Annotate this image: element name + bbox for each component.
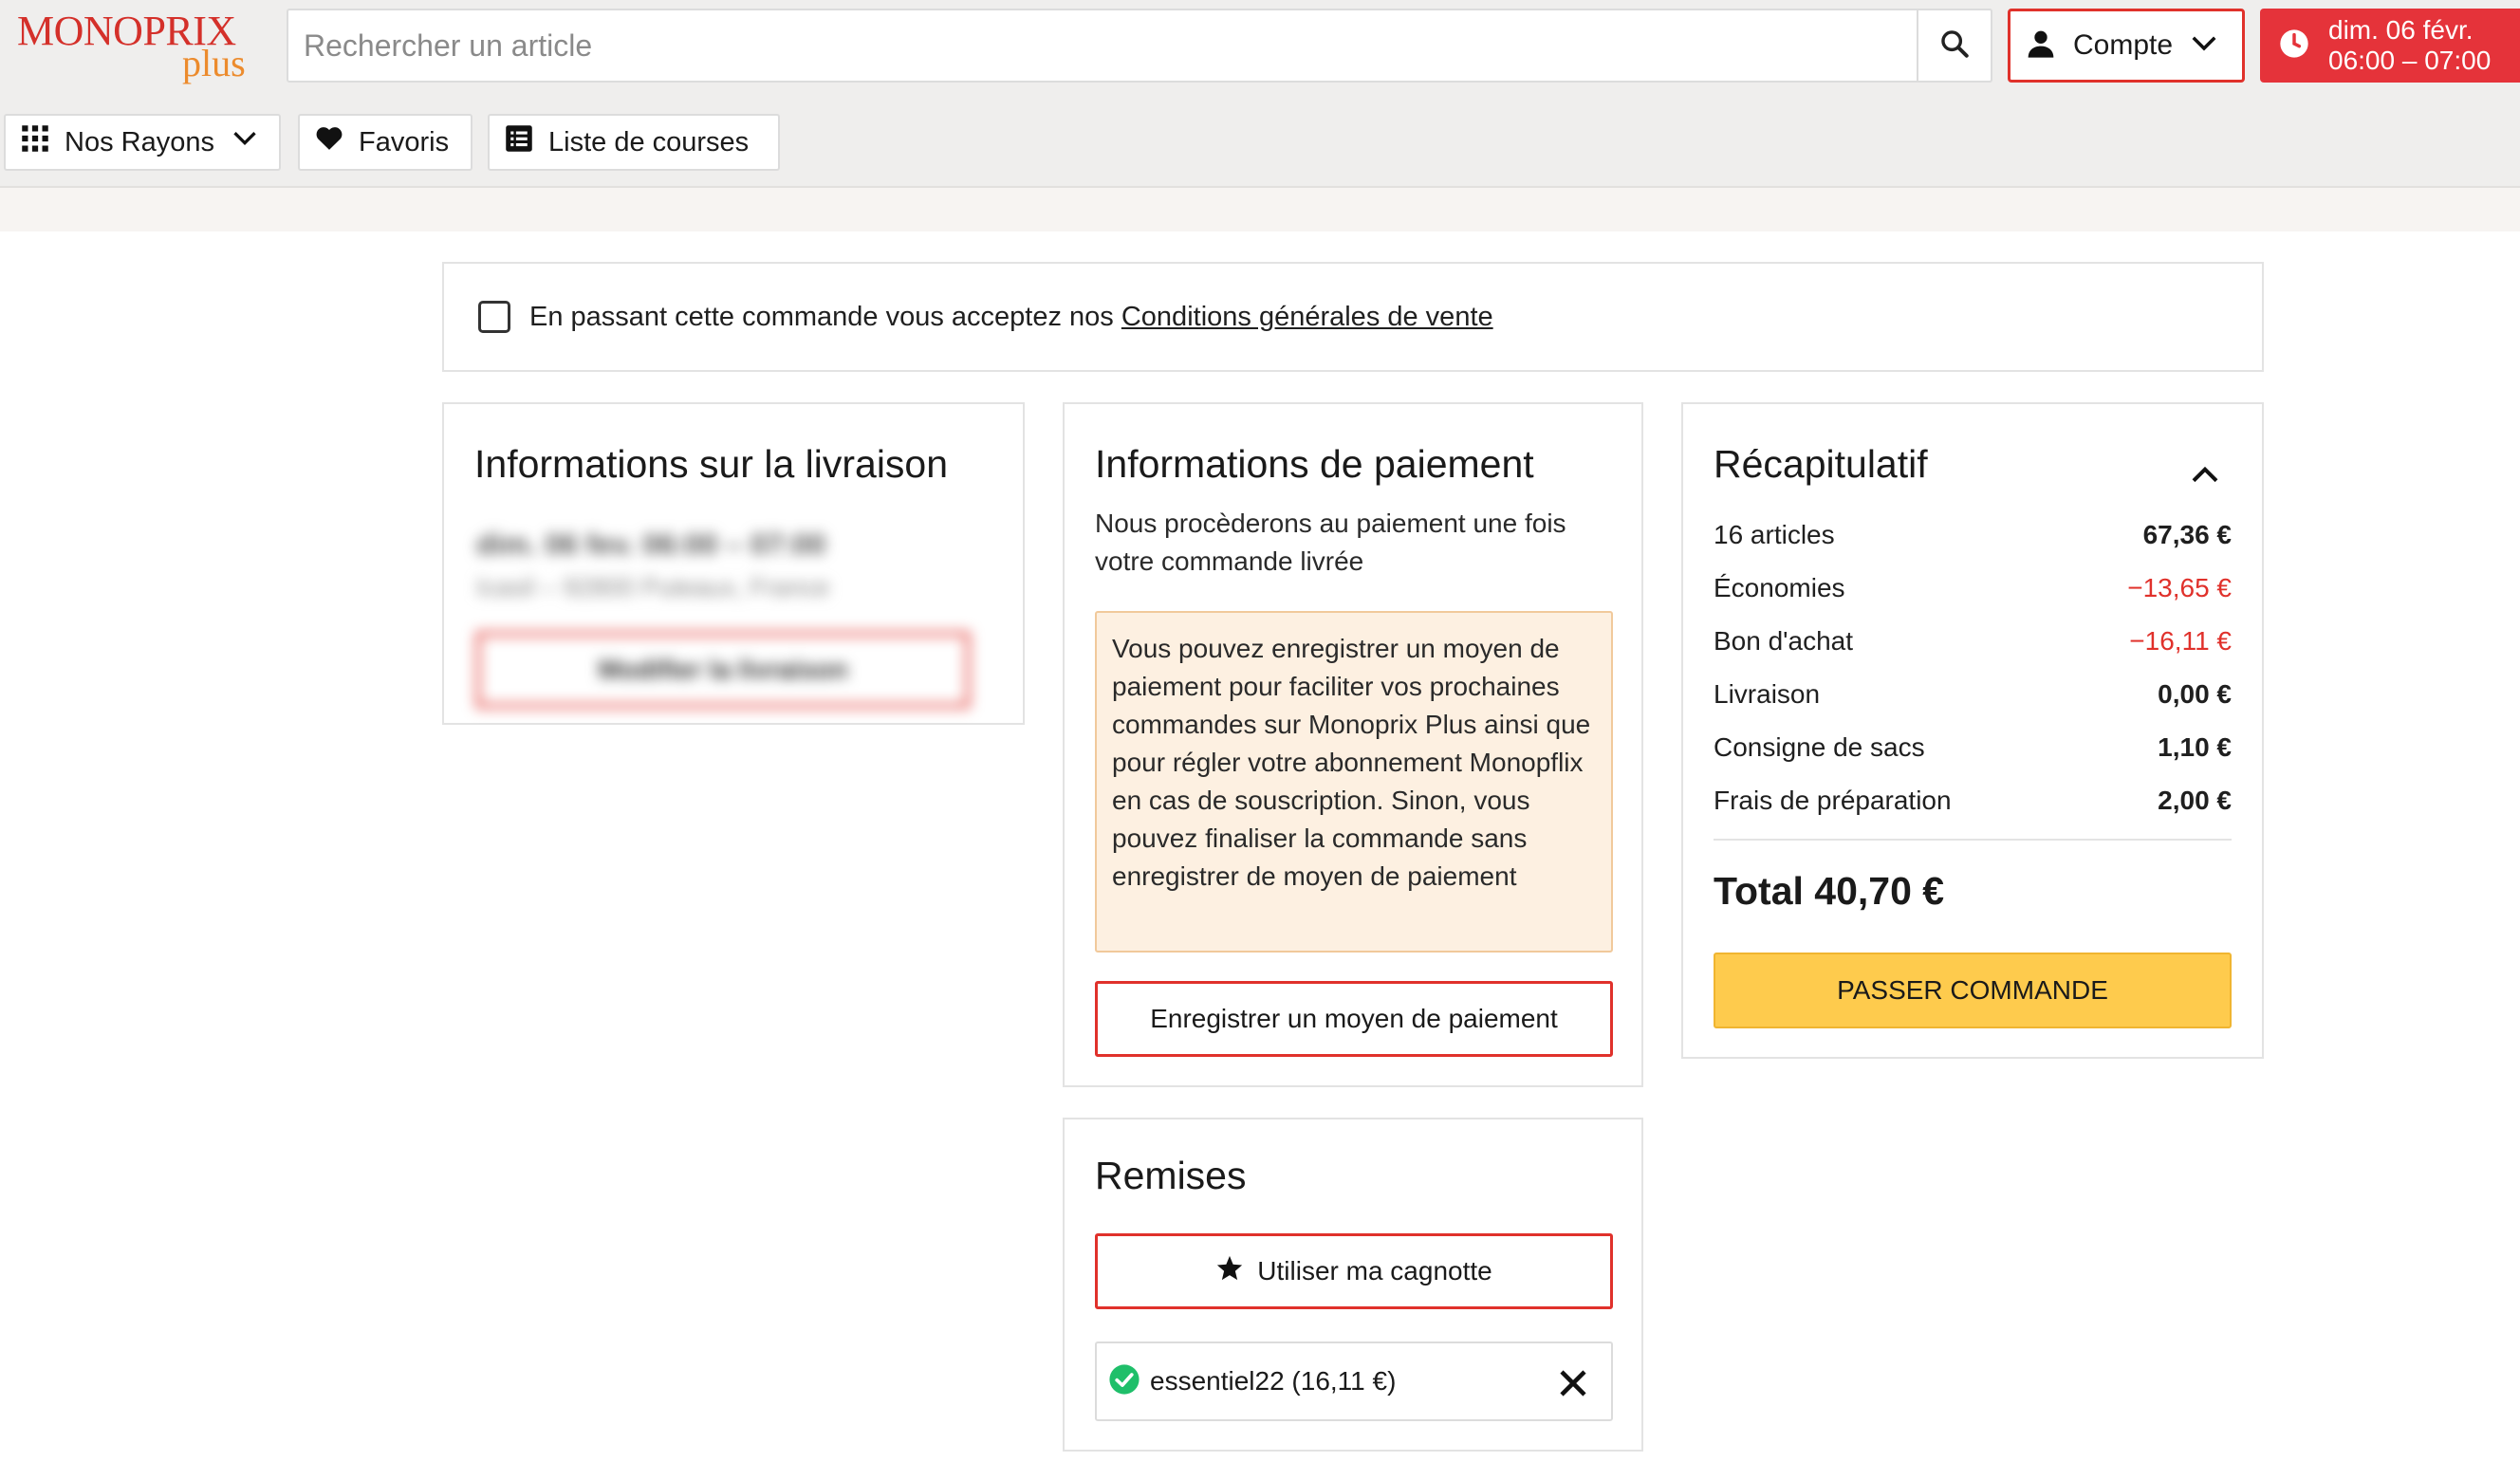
- cgv-link[interactable]: Conditions générales de vente: [1121, 302, 1493, 332]
- payment-info-card: Informations de paiement Nous procèderon…: [1063, 402, 1643, 1087]
- summary-row-economies: Économies −13,65 €: [1714, 562, 2232, 615]
- summary-row-consigne: Consigne de sacs 1,10 €: [1714, 721, 2232, 774]
- delivery-info-card: Informations sur la livraison dim. 06 fe…: [442, 402, 1025, 725]
- slot-time: 06:00 – 07:00: [2328, 46, 2492, 75]
- summary-value: −16,11 €: [2129, 626, 2232, 656]
- cgv-checkbox[interactable]: [478, 301, 510, 333]
- chevron-up-icon: [2192, 466, 2218, 483]
- chevron-down-icon: [232, 125, 258, 159]
- modify-delivery-button[interactable]: Modifier la livraison: [476, 632, 970, 708]
- delivery-info-title: Informations sur la livraison: [474, 442, 949, 486]
- clock-icon: [2279, 28, 2309, 64]
- collapse-summary-button[interactable]: [2186, 455, 2224, 493]
- liste-de-courses-button[interactable]: Liste de courses: [488, 114, 780, 171]
- nav-bar: Nos Rayons Favoris Liste de courses: [0, 99, 2520, 188]
- order-summary-title: Récapitulatif: [1714, 442, 1928, 486]
- nos-rayons-label: Nos Rayons: [65, 126, 214, 157]
- star-icon: [1215, 1254, 1244, 1289]
- summary-label: 16 articles: [1714, 520, 1835, 549]
- top-bar: MONOPRIX plus Compte dim. 06 févr. 06:00…: [0, 0, 2520, 99]
- summary-value: 2,00 €: [2158, 786, 2232, 815]
- order-summary-card: Récapitulatif 16 articles 67,36 € Économ…: [1681, 402, 2264, 1059]
- blurred-delivery-details: dim. 06 fev. 06:00 – 07:00 Icasil – 9280…: [448, 499, 1021, 774]
- chevron-down-icon: [2190, 29, 2218, 63]
- summary-label: Bon d'achat: [1714, 626, 1854, 656]
- summary-row-livraison: Livraison 0,00 €: [1714, 668, 2232, 721]
- summary-label: Économies: [1714, 573, 1845, 602]
- list-icon: [505, 124, 533, 160]
- use-cagnotte-label: Utiliser ma cagnotte: [1257, 1256, 1492, 1286]
- delivery-slot-text: dim. 06 févr. 06:00 – 07:00: [2328, 15, 2491, 76]
- summary-divider: [1714, 839, 2232, 841]
- heart-icon: [315, 124, 343, 160]
- summary-label: Consigne de sacs: [1714, 732, 1925, 762]
- use-cagnotte-button[interactable]: Utiliser ma cagnotte: [1095, 1233, 1613, 1309]
- account-label: Compte: [2073, 29, 2174, 61]
- discounts-card: Remises Utiliser ma cagnotte essentiel22…: [1063, 1118, 1643, 1452]
- summary-value: 0,00 €: [2158, 679, 2232, 709]
- nos-rayons-button[interactable]: Nos Rayons: [4, 114, 281, 171]
- applied-coupon: essentiel22 (16,11 €): [1095, 1341, 1613, 1421]
- payment-description: Nous procèderons au paiement une fois vo…: [1095, 509, 1566, 576]
- summary-label: Frais de préparation: [1714, 786, 1952, 815]
- favoris-label: Favoris: [359, 126, 450, 157]
- search-icon: [1938, 28, 1971, 65]
- summary-value: 1,10 €: [2158, 732, 2232, 762]
- delivery-address: Icasil – 92800 Puteaux, France: [476, 573, 830, 601]
- register-payment-button[interactable]: Enregistrer un moyen de paiement: [1095, 981, 1613, 1057]
- logo-subtext: plus: [182, 42, 246, 84]
- payment-notice: Vous pouvez enregistrer un moyen de paie…: [1095, 611, 1613, 953]
- search-bar: [287, 9, 1992, 83]
- order-total: Total 40,70 €: [1714, 869, 1945, 913]
- cgv-text: En passant cette commande vous acceptez …: [529, 302, 1493, 333]
- cgv-sentence: En passant cette commande vous acceptez …: [529, 301, 1121, 332]
- liste-de-courses-label: Liste de courses: [548, 126, 750, 157]
- delivery-slot-button[interactable]: dim. 06 févr. 06:00 – 07:00: [2260, 9, 2520, 83]
- discounts-title: Remises: [1095, 1154, 1247, 1197]
- summary-value: −13,65 €: [2127, 573, 2232, 602]
- search-button[interactable]: [1917, 9, 1992, 83]
- grid-icon: [21, 124, 49, 160]
- summary-label: Livraison: [1714, 679, 1821, 709]
- search-input[interactable]: [304, 10, 1917, 81]
- summary-row-bon-achat: Bon d'achat −16,11 €: [1714, 615, 2232, 668]
- place-order-button[interactable]: PASSER COMMANDE: [1714, 953, 2232, 1028]
- slot-date: dim. 06 févr.: [2328, 15, 2474, 45]
- cgv-acceptance: En passant cette commande vous acceptez …: [442, 262, 2264, 372]
- remove-coupon-button[interactable]: [1556, 1366, 1590, 1400]
- header-divider: [0, 188, 2520, 231]
- payment-info-title: Informations de paiement: [1095, 442, 1534, 486]
- summary-rows: 16 articles 67,36 € Économies −13,65 € B…: [1714, 509, 2232, 827]
- favoris-button[interactable]: Favoris: [298, 114, 472, 171]
- summary-value: 67,36 €: [2142, 520, 2232, 549]
- account-button[interactable]: Compte: [2008, 9, 2245, 83]
- monoprix-plus-logo[interactable]: MONOPRIX plus: [17, 6, 254, 84]
- user-icon: [2026, 28, 2056, 64]
- delivery-slot-detail: dim. 06 fev. 06:00 – 07:00: [476, 527, 826, 561]
- close-icon: [1560, 1370, 1586, 1397]
- summary-row-preparation: Frais de préparation 2,00 €: [1714, 774, 2232, 827]
- summary-row-articles: 16 articles 67,36 €: [1714, 509, 2232, 562]
- coupon-label: essentiel22 (16,11 €): [1150, 1366, 1397, 1396]
- check-circle-icon: [1108, 1363, 1140, 1400]
